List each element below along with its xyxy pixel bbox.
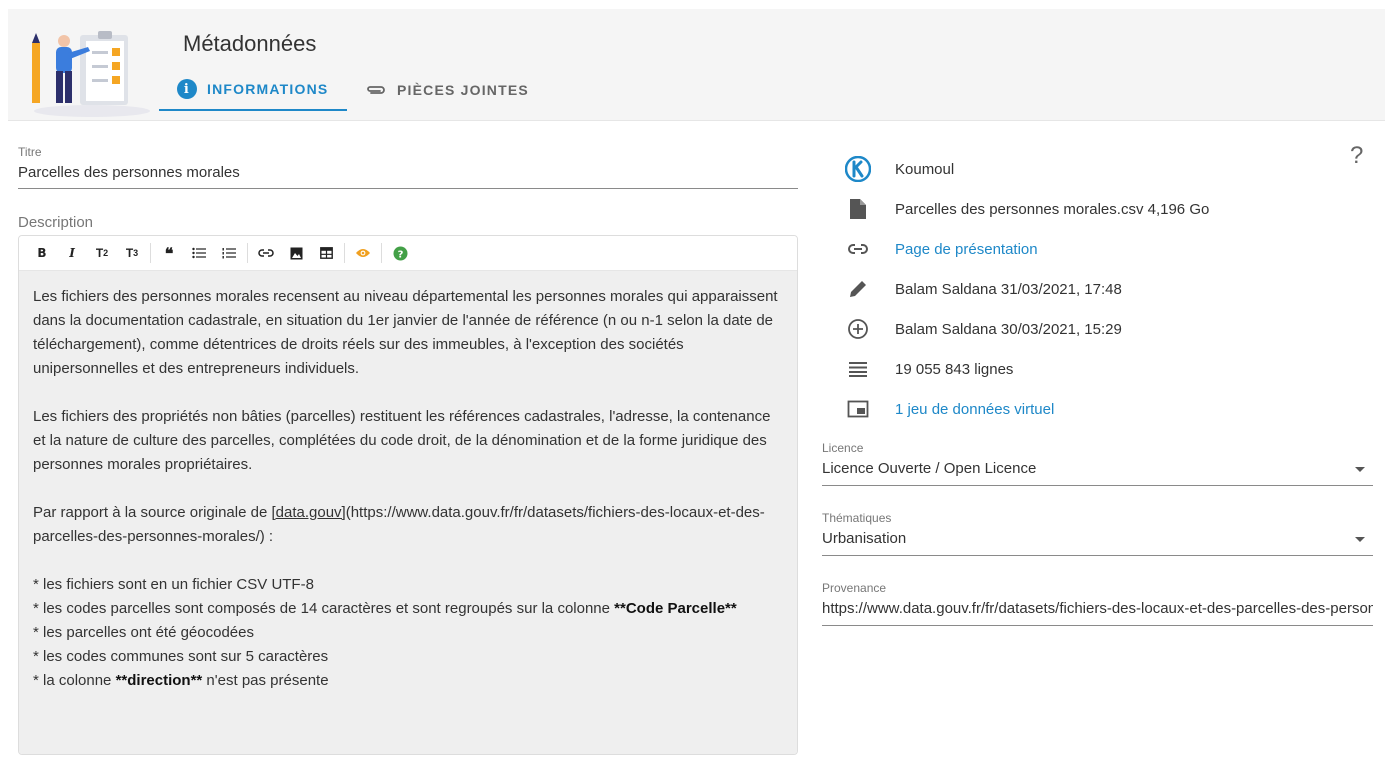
title-label: Titre <box>18 145 42 159</box>
created-info: Balam Saldana 30/03/2021, 15:29 <box>895 320 1122 338</box>
plus-circle-icon <box>845 316 871 342</box>
description-editor: B I T2 T3 ❝ ? Les fichiers des personnes… <box>18 235 798 755</box>
licence-select-underline <box>822 485 1373 486</box>
help-question-icon[interactable]: ? <box>1350 142 1363 170</box>
title-input-underline <box>18 188 798 189</box>
provenance-input-underline <box>822 625 1373 626</box>
info-icon: i <box>177 79 197 99</box>
paperclip-icon <box>367 86 385 94</box>
description-textarea[interactable]: Les fichiers des personnes morales recen… <box>19 271 797 754</box>
italic-icon[interactable]: I <box>57 239 87 267</box>
presentation-page-link[interactable]: Page de présentation <box>895 241 1038 258</box>
description-bullet: * les codes communes sont sur 5 caractèr… <box>33 648 329 665</box>
tab-pieces-jointes[interactable]: PIÈCES JOINTES <box>365 69 529 111</box>
description-bullet: * les codes parcelles sont composés de 1… <box>33 600 737 617</box>
title3-icon[interactable]: T3 <box>117 239 147 267</box>
thematiques-select-underline <box>822 555 1373 556</box>
virtual-dataset-icon <box>845 396 871 422</box>
description-bullet: * les fichiers sont en un fichier CSV UT… <box>33 576 314 593</box>
meta-virtual-datasets[interactable]: 1 jeu de données virtuel <box>845 396 1054 422</box>
description-paragraph: Les fichiers des personnes morales recen… <box>33 288 778 377</box>
lines-icon <box>845 356 871 382</box>
preview-eye-icon[interactable] <box>348 239 378 267</box>
data-gouv-link-text: [data.gouv] <box>271 504 346 521</box>
file-name: Parcelles des personnes morales.csv 4,19… <box>895 200 1210 218</box>
thematiques-label: Thématiques <box>822 511 892 525</box>
file-icon <box>845 196 871 222</box>
meta-lines: 19 055 843 lignes <box>845 356 1013 382</box>
licence-select[interactable]: Licence Ouverte / Open Licence <box>822 460 1342 477</box>
description-bullet: * les parcelles ont été géocodées <box>33 624 254 641</box>
meta-updated: Balam Saldana 31/03/2021, 17:48 <box>845 276 1122 302</box>
tab-informations-label: INFORMATIONS <box>207 81 329 97</box>
chevron-down-icon[interactable] <box>1355 467 1365 472</box>
virtual-datasets-link[interactable]: 1 jeu de données virtuel <box>895 401 1054 418</box>
tab-informations[interactable]: i INFORMATIONS <box>159 69 347 111</box>
title-input[interactable]: Parcelles des personnes morales <box>18 164 240 181</box>
toolbar-divider <box>381 243 382 263</box>
updated-info: Balam Saldana 31/03/2021, 17:48 <box>895 280 1122 298</box>
meta-owner: Koumoul <box>845 156 954 182</box>
description-paragraph: Les fichiers des propriétés non bâties (… <box>33 408 771 473</box>
meta-file: Parcelles des personnes morales.csv 4,19… <box>845 196 1209 222</box>
page-title: Métadonnées <box>183 31 317 56</box>
image-icon[interactable] <box>281 239 311 267</box>
chevron-down-icon[interactable] <box>1355 537 1365 542</box>
toolbar-divider <box>344 243 345 263</box>
table-icon[interactable] <box>311 239 341 267</box>
pencil-icon <box>845 276 871 302</box>
koumoul-logo-icon <box>845 156 871 182</box>
metadata-illustration <box>32 31 150 117</box>
licence-label: Licence <box>822 441 864 455</box>
quote-icon[interactable]: ❝ <box>154 239 184 267</box>
owner-name: Koumoul <box>895 160 955 178</box>
meta-presentation-link[interactable]: Page de présentation <box>845 236 1038 262</box>
link-icon <box>845 236 871 262</box>
toolbar-divider <box>150 243 151 263</box>
numbered-list-icon[interactable] <box>214 239 244 267</box>
title2-icon[interactable]: T2 <box>87 239 117 267</box>
provenance-input[interactable]: https://www.data.gouv.fr/fr/datasets/fic… <box>822 600 1373 617</box>
link-icon[interactable] <box>251 239 281 267</box>
svg-text:?: ? <box>397 249 403 260</box>
thematiques-select[interactable]: Urbanisation <box>822 530 1342 547</box>
description-label: Description <box>18 214 94 231</box>
bold-icon[interactable]: B <box>27 239 57 267</box>
editor-toolbar: B I T2 T3 ❝ ? <box>19 236 797 271</box>
bulleted-list-icon[interactable] <box>184 239 214 267</box>
lines-count: 19 055 843 lignes <box>895 360 1014 378</box>
description-bullet: * la colonne **direction** n'est pas pré… <box>33 672 329 689</box>
provenance-label: Provenance <box>822 581 887 595</box>
toolbar-divider <box>247 243 248 263</box>
description-paragraph: Par rapport à la source originale de [da… <box>33 504 765 545</box>
meta-created: Balam Saldana 30/03/2021, 15:29 <box>845 316 1122 342</box>
help-icon[interactable]: ? <box>385 239 415 267</box>
tab-pieces-jointes-label: PIÈCES JOINTES <box>397 82 529 98</box>
